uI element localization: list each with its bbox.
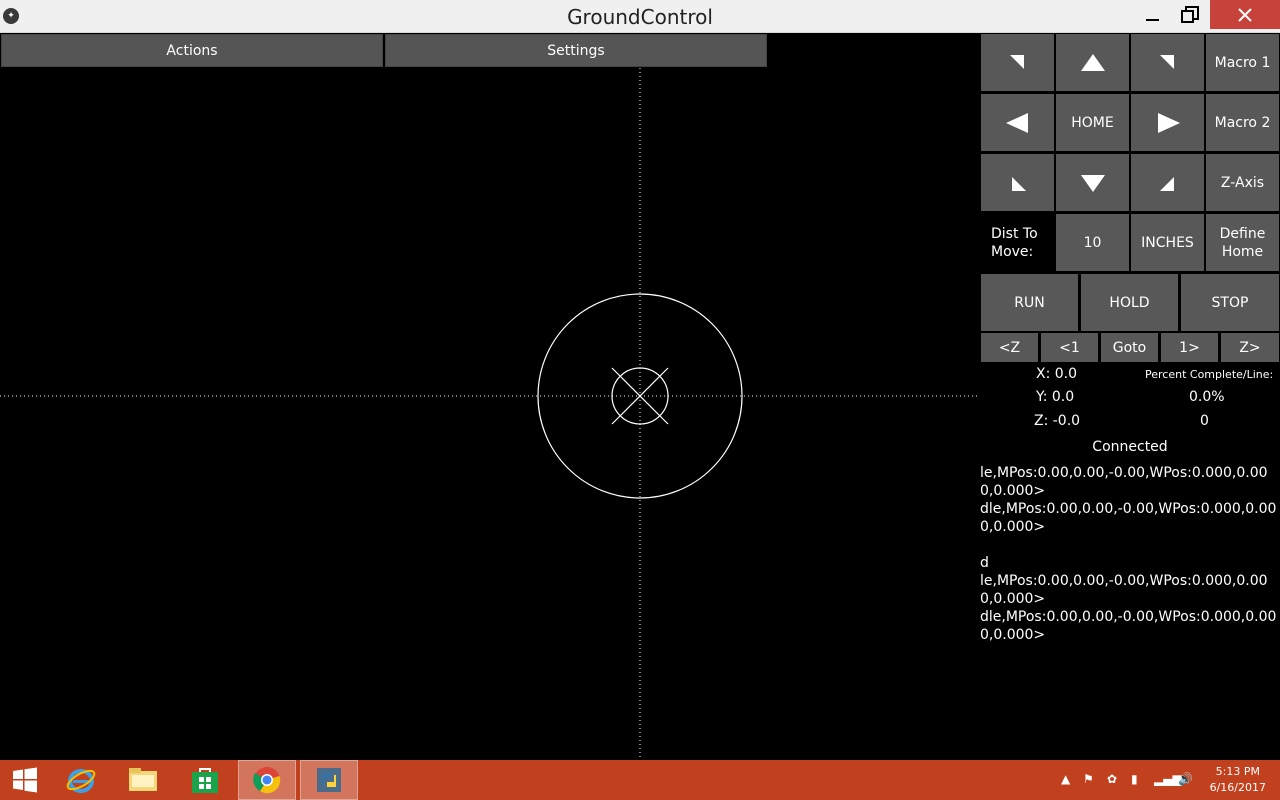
z-back-button[interactable]: <Z xyxy=(981,333,1038,362)
arrow-down-icon xyxy=(1080,174,1105,192)
jog-left-button[interactable] xyxy=(981,94,1054,151)
x-position-readout: X: 0.0 xyxy=(1036,366,1078,382)
start-button[interactable] xyxy=(0,760,50,800)
arrow-down-right-icon xyxy=(1159,176,1174,191)
z-axis-button[interactable]: Z-Axis xyxy=(1206,154,1279,211)
z-forward-button[interactable]: Z> xyxy=(1221,333,1279,362)
minimize-icon xyxy=(1145,19,1159,21)
title-bar: ✦ GroundControl xyxy=(0,0,1280,33)
restore-icon xyxy=(1181,6,1199,23)
y-position-readout: Y: 0.0 xyxy=(1036,389,1075,405)
goto-button[interactable]: Goto xyxy=(1101,333,1158,362)
jog-up-left-button[interactable] xyxy=(981,34,1054,91)
current-line-value: 0 xyxy=(1200,413,1209,429)
windows-logo-icon xyxy=(13,767,37,793)
arrow-up-icon xyxy=(1080,53,1105,71)
settings-button[interactable]: Settings xyxy=(385,34,767,67)
define-home-button[interactable]: Define Home xyxy=(1206,214,1279,271)
arrow-up-left-icon xyxy=(1009,54,1024,69)
jog-up-button[interactable] xyxy=(1056,34,1129,91)
macro-2-button[interactable]: Macro 2 xyxy=(1206,94,1279,151)
stop-button[interactable]: STOP xyxy=(1181,274,1279,331)
actions-button[interactable]: Actions xyxy=(1,34,383,67)
console-line: le,MPos:0.00,0.00,-0.00,WPos:0.000,0.000… xyxy=(980,465,1268,499)
console-line: dle,MPos:0.00,0.00,-0.00,WPos:0.000,0.00… xyxy=(980,609,1277,643)
jog-down-left-button[interactable] xyxy=(981,154,1054,211)
console-line: le,MPos:0.00,0.00,-0.00,WPos:0.000,0.000… xyxy=(980,573,1268,607)
console-line: d xyxy=(980,555,989,571)
taskbar-file-explorer[interactable] xyxy=(114,760,172,800)
dist-to-move-label: Dist To Move: xyxy=(991,226,1038,260)
restore-button[interactable] xyxy=(1168,0,1212,30)
taskbar: ▲ ⚑ ✿ ▮ ▂▄▆ 🔊 5:13 PM 6/16/2017 xyxy=(0,760,1280,800)
macro-1-button[interactable]: Macro 1 xyxy=(1206,34,1279,91)
arrow-down-left-icon xyxy=(1011,176,1026,191)
close-button[interactable] xyxy=(1210,0,1280,29)
arrow-right-icon xyxy=(1157,112,1180,133)
arrow-up-right-icon xyxy=(1159,54,1174,69)
taskbar-store[interactable] xyxy=(176,760,234,800)
hold-button[interactable]: HOLD xyxy=(1081,274,1178,331)
clock-time: 5:13 PM xyxy=(1215,765,1260,778)
store-icon xyxy=(192,768,218,793)
jog-down-right-button[interactable] xyxy=(1131,154,1204,211)
folder-icon xyxy=(129,768,157,791)
python-icon xyxy=(317,768,341,792)
volume-icon[interactable]: 🔊 xyxy=(1178,772,1193,786)
clock-date: 6/16/2017 xyxy=(1209,781,1266,794)
console-output: le,MPos:0.00,0.00,-0.00,WPos:0.000,0.000… xyxy=(980,464,1278,644)
jog-down-button[interactable] xyxy=(1056,154,1129,211)
line-forward-button[interactable]: 1> xyxy=(1161,333,1218,362)
internet-explorer-icon xyxy=(66,769,96,793)
percent-complete-value: 0.0% xyxy=(1189,389,1225,405)
line-back-button[interactable]: <1 xyxy=(1041,333,1098,362)
app-window: ✦ GroundControl Actions Settings Macro 1… xyxy=(0,0,1280,760)
taskbar-internet-explorer[interactable] xyxy=(52,760,110,800)
system-clock[interactable]: 5:13 PM 6/16/2017 xyxy=(1210,764,1266,796)
chrome-icon xyxy=(253,767,281,794)
close-icon xyxy=(1238,7,1252,22)
console-line: dle,MPos:0.00,0.00,-0.00,WPos:0.000,0.00… xyxy=(980,501,1277,535)
gcode-canvas[interactable] xyxy=(0,68,980,760)
connection-status: Connected xyxy=(1092,439,1168,455)
home-button[interactable]: HOME xyxy=(1056,94,1129,151)
jog-up-right-button[interactable] xyxy=(1131,34,1204,91)
jog-right-button[interactable] xyxy=(1131,94,1204,151)
tray-app-icon[interactable]: ✿ xyxy=(1107,772,1117,786)
z-position-readout: Z: -0.0 xyxy=(1034,413,1081,429)
show-hidden-icons-button[interactable]: ▲ xyxy=(1061,772,1070,786)
run-button[interactable]: RUN xyxy=(981,274,1078,331)
arrow-left-icon xyxy=(1005,112,1028,133)
action-center-flag-icon[interactable]: ⚑ xyxy=(1083,772,1094,786)
dist-to-move-input[interactable]: 10 xyxy=(1056,214,1129,271)
percent-complete-label: Percent Complete/Line: xyxy=(1145,368,1274,381)
taskbar-chrome[interactable] xyxy=(238,760,296,800)
units-toggle-button[interactable]: INCHES xyxy=(1131,214,1204,271)
power-icon[interactable]: ▮ xyxy=(1131,772,1138,786)
window-title: GroundControl xyxy=(567,5,713,29)
taskbar-python[interactable] xyxy=(300,760,358,800)
